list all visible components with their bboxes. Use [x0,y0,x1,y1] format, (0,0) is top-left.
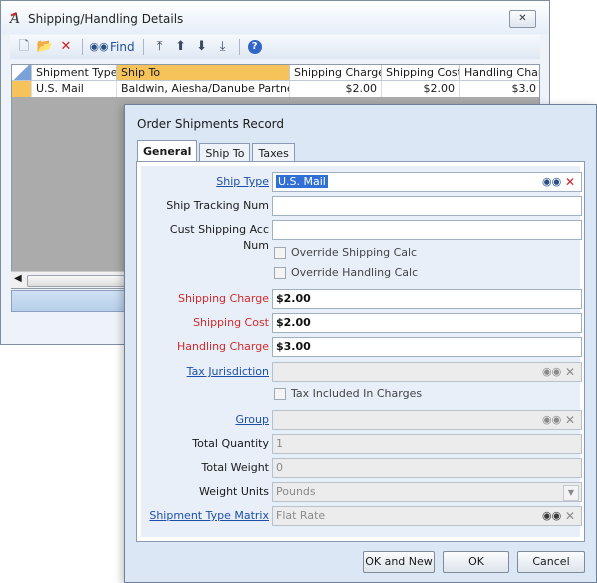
horizontal-scrollbar[interactable]: ◀ [11,271,127,288]
chevron-down-icon[interactable]: ▼ [563,485,579,501]
override-shipping-label: Override Shipping Calc [291,246,418,259]
shipping-cost-field[interactable]: $2.00 [272,313,582,333]
tab-ship-to[interactable]: Ship To [199,143,251,162]
override-shipping-checkbox[interactable] [274,247,286,259]
move-up-icon[interactable]: ⬆ [173,39,189,55]
cell-shipment-type[interactable]: U.S. Mail [32,81,117,97]
clear-icon[interactable]: ✕ [562,508,578,524]
clear-icon[interactable]: ✕ [562,364,578,380]
grid-corner[interactable] [12,65,32,81]
window-titlebar: A Shipping/Handling Details ✕ [1,1,549,34]
find-label: Find [110,40,135,54]
ship-type-field[interactable]: U.S. Mail ◉◉ ✕ [272,172,582,192]
delete-icon[interactable]: ✕ [58,39,74,55]
find-button[interactable]: ◉◉ Find [89,39,135,55]
column-header-shipping-cost[interactable]: Shipping Cost [382,65,460,81]
order-shipments-dialog: Order Shipments Record General Ship To T… [124,104,597,583]
binoculars-icon: ◉◉ [89,40,109,53]
handling-charge-field[interactable]: $3.00 [272,337,582,357]
lookup-binoculars-icon[interactable]: ◉◉ [542,412,561,428]
lookup-binoculars-icon[interactable]: ◉◉ [542,508,561,524]
override-handling-label: Override Handling Calc [291,266,419,279]
tax-included-checkbox[interactable] [274,388,286,400]
ship-type-label[interactable]: Ship Type [141,174,269,190]
toolbar-separator [142,39,144,55]
tax-jurisdiction-label[interactable]: Tax Jurisdiction [141,364,269,380]
help-icon[interactable]: ? [247,40,262,54]
app-logo-icon: A [10,11,21,27]
weight-units-value: Pounds [276,485,316,498]
ok-and-new-button[interactable]: OK and New [363,551,435,573]
total-quantity-field[interactable]: 1 [272,434,582,454]
form-area: Ship Type U.S. Mail ◉◉ ✕ Ship Tracking N… [141,166,582,537]
general-tab-panel: Ship Type U.S. Mail ◉◉ ✕ Ship Tracking N… [136,161,585,542]
move-first-icon[interactable]: ⤒ [152,39,168,55]
shipping-charge-label: Shipping Charge [178,292,269,305]
clear-icon[interactable]: ✕ [562,174,578,190]
column-header-shipping-charge[interactable]: Shipping Charge [290,65,382,81]
column-header-shipment-type[interactable]: Shipment Type [32,65,117,81]
scroll-left-icon[interactable]: ◀ [14,273,22,284]
group-field[interactable]: ◉◉ ✕ [272,410,582,430]
handling-charge-label: Handling Charge [176,340,269,353]
toolbar-separator [238,39,240,55]
grid-header: Shipment Type Ship To Shipping Charge Sh… [12,65,539,81]
open-folder-icon[interactable]: 📂 [37,39,53,55]
window-title: Shipping/Handling Details [28,12,184,26]
tax-jurisdiction-field[interactable]: ◉◉ ✕ [272,362,582,382]
group-label[interactable]: Group [141,412,270,428]
shipping-cost-label: Shipping Cost [193,316,269,329]
weight-units-label: Weight Units [199,485,269,498]
column-header-handling-charge[interactable]: Handling Charg [460,65,539,81]
cell-shipping-charge[interactable]: $2.00 [290,81,382,97]
lookup-binoculars-icon[interactable]: ◉◉ [542,364,561,380]
clear-icon[interactable]: ✕ [562,412,578,428]
shipment-type-matrix-label[interactable]: Shipment Type Matrix [141,508,269,524]
total-weight-label: Total Weight [201,461,269,474]
row-selector[interactable] [12,81,32,97]
tab-general[interactable]: General [137,140,198,162]
toolbar: 🗋 📂 ✕ ◉◉ Find ⤒ ⬆ ⬇ ⤓ ? [10,35,540,59]
scroll-thumb[interactable] [27,275,125,287]
shipment-type-matrix-value: Flat Rate [276,509,326,522]
tab-taxes[interactable]: Taxes [252,143,295,162]
ok-button[interactable]: OK [443,551,509,573]
dialog-title: Order Shipments Record [137,117,284,131]
weight-units-select[interactable]: Pounds ▼ [272,482,582,502]
close-button[interactable]: ✕ [509,10,536,28]
shipping-charge-field[interactable]: $2.00 [272,289,582,309]
cell-ship-to[interactable]: Baldwin, Aiesha/Danube Partners [117,81,290,97]
total-quantity-label: Total Quantity [192,437,269,450]
ship-type-value: U.S. Mail [276,175,328,188]
cust-shipping-acc-label: Cust Shipping Acc Num [169,223,269,252]
cell-shipping-cost[interactable]: $2.00 [382,81,460,97]
move-down-icon[interactable]: ⬇ [194,39,210,55]
move-last-icon[interactable]: ⤓ [215,39,231,55]
table-row[interactable]: U.S. Mail Baldwin, Aiesha/Danube Partner… [12,81,539,97]
toolbar-separator [82,39,83,55]
cancel-button[interactable]: Cancel [517,551,585,573]
total-weight-field[interactable]: 0 [272,458,582,478]
lookup-binoculars-icon[interactable]: ◉◉ [542,174,561,190]
override-handling-checkbox[interactable] [274,267,286,279]
status-bar [11,290,127,312]
tax-included-label: Tax Included In Charges [291,387,423,400]
cust-shipping-acc-field[interactable] [272,220,582,240]
ship-tracking-field[interactable] [272,196,582,216]
shipment-type-matrix-field[interactable]: Flat Rate ◉◉ ✕ [272,506,582,526]
new-record-icon[interactable]: 🗋 [16,39,32,55]
column-header-ship-to[interactable]: Ship To [117,65,290,81]
tab-strip: General Ship To Taxes [137,140,297,162]
cell-handling-charge[interactable]: $3.0 [460,81,539,97]
ship-tracking-label: Ship Tracking Num [166,199,269,212]
